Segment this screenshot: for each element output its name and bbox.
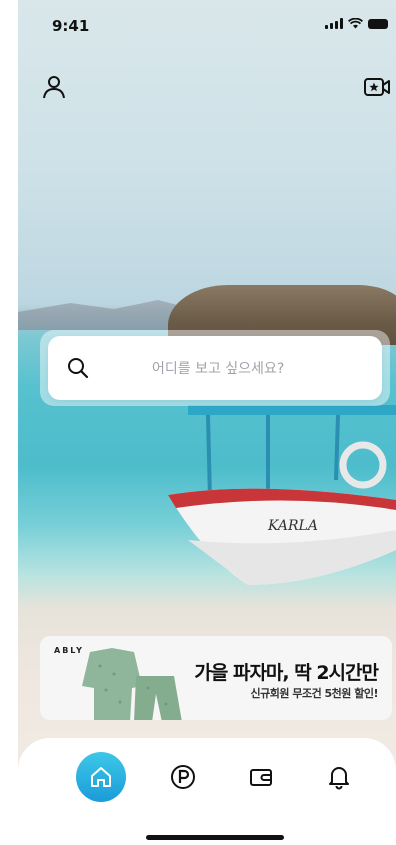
banner-subtitle: 신규회원 무조건 5천원 할인!: [250, 687, 379, 700]
status-time: 9:41: [52, 17, 90, 35]
app-screen: 9:41 KARLA 어디를 보고 싶으세요? ABLY 가을 파자마, 딱 2…: [18, 0, 396, 845]
tab-notifications[interactable]: [314, 752, 364, 802]
tab-home[interactable]: [76, 752, 126, 802]
parking-icon: [171, 765, 195, 789]
search-input[interactable]: 어디를 보고 싶으세요?: [48, 336, 382, 400]
status-icons: [325, 18, 388, 29]
pajama-image: [82, 648, 182, 720]
banner-title: 가을 파자마, 딱 2시간만: [194, 662, 379, 684]
home-icon: [91, 767, 111, 787]
bell-icon: [329, 767, 349, 790]
background-hill: [18, 300, 193, 330]
wallet-icon: [250, 769, 272, 786]
search-icon: [68, 358, 89, 379]
person-icon[interactable]: [40, 73, 68, 101]
wifi-icon: [348, 18, 363, 29]
tab-parking[interactable]: [158, 752, 208, 802]
search-container: 어디를 보고 싶으세요?: [40, 330, 390, 406]
bottom-tab-bar: [18, 738, 396, 845]
promo-banner[interactable]: ABLY 가을 파자마, 딱 2시간만 신규회원 무조건 5천원 할인!: [40, 636, 392, 720]
svg-text:KARLA: KARLA: [267, 518, 318, 534]
signal-icon: [325, 18, 343, 29]
boat-illustration: KARLA: [168, 405, 396, 585]
tab-wallet[interactable]: [236, 752, 286, 802]
battery-icon: [368, 18, 388, 29]
status-bar: 9:41: [18, 0, 396, 46]
video-star-icon[interactable]: [363, 73, 391, 101]
home-indicator: [146, 835, 284, 840]
search-placeholder: 어디를 보고 싶으세요?: [152, 361, 285, 377]
